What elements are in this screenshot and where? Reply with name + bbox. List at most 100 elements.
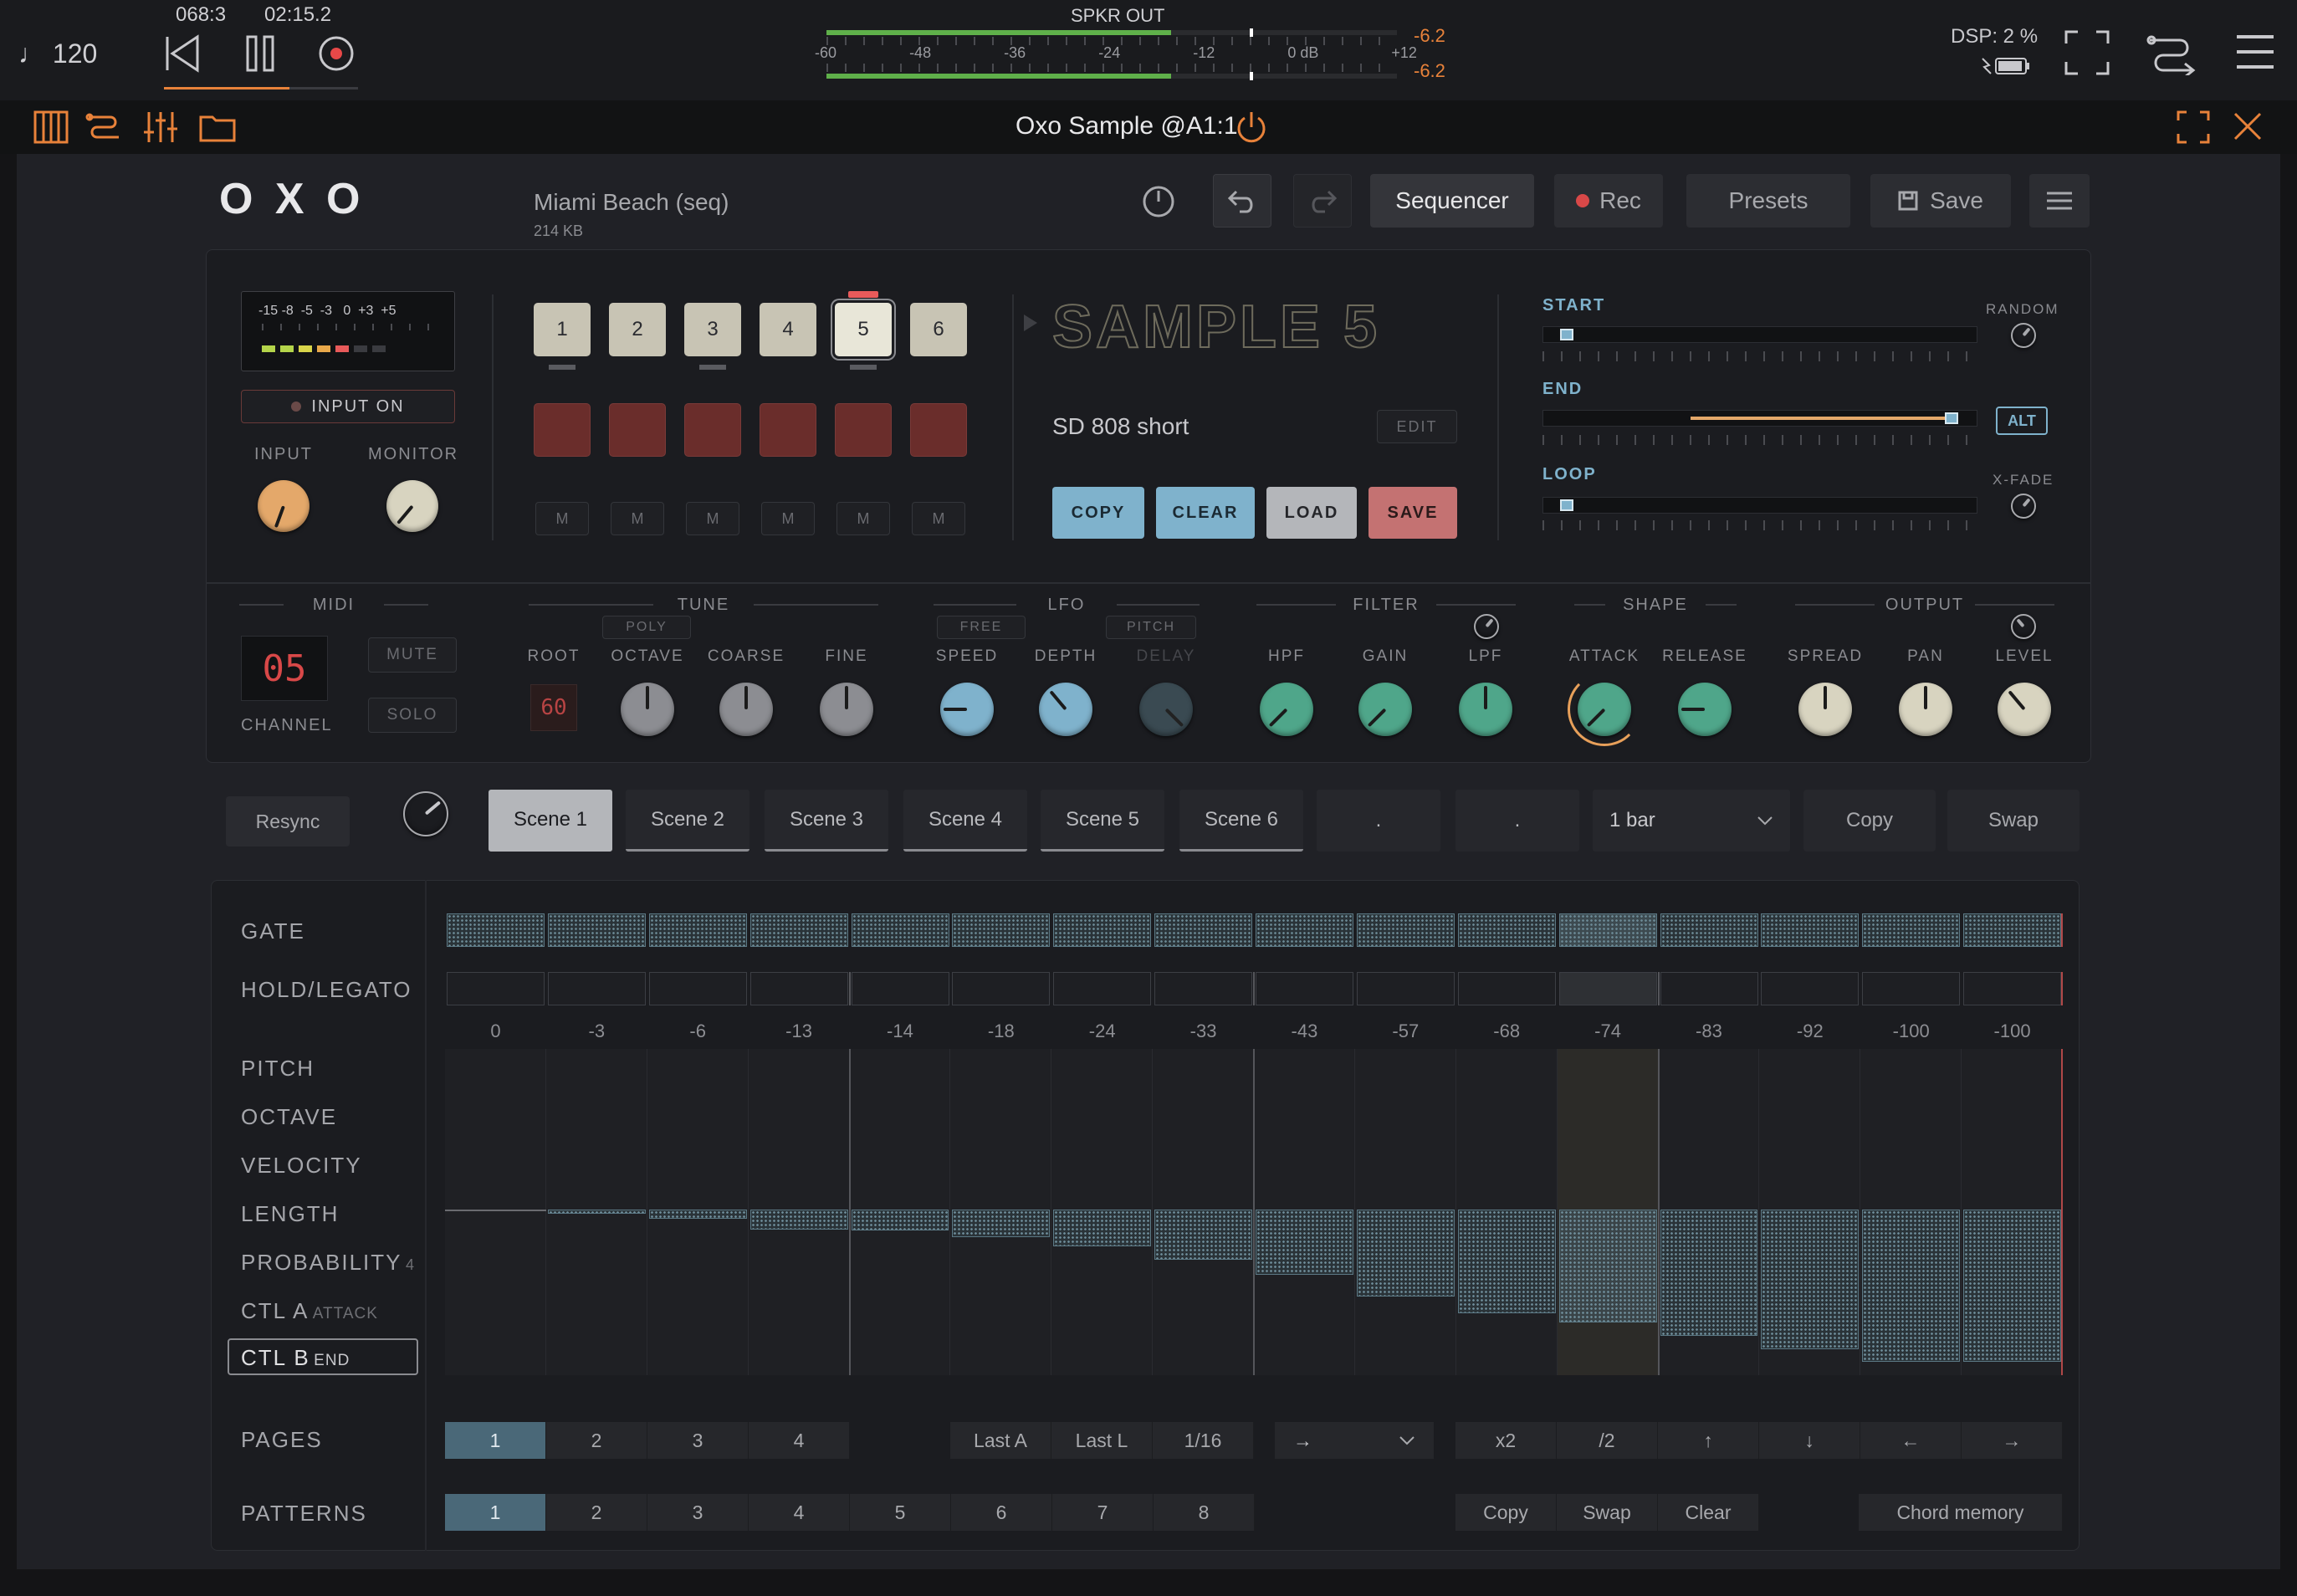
host-menu-icon[interactable] xyxy=(2235,32,2275,72)
halve-button[interactable]: /2 xyxy=(1557,1422,1658,1459)
scene-button-4[interactable]: Scene 4 xyxy=(903,790,1027,852)
power-icon[interactable] xyxy=(1235,110,1268,144)
octave-knob[interactable] xyxy=(621,683,674,736)
pan-knob[interactable] xyxy=(1899,683,1952,736)
pattern-button-5[interactable]: 5 xyxy=(850,1494,951,1531)
xfade-knob[interactable] xyxy=(2011,494,2036,519)
save-button[interactable]: Save xyxy=(1870,174,2011,228)
step-value-bar[interactable] xyxy=(1862,1210,1961,1362)
chord-memory-button[interactable]: Chord memory xyxy=(1859,1494,2063,1531)
pattern-copy-button[interactable]: Copy xyxy=(1455,1494,1557,1531)
preset-name[interactable]: Miami Beach (seq) xyxy=(534,189,729,216)
gate-step[interactable] xyxy=(952,913,1050,947)
gate-step[interactable] xyxy=(1256,913,1353,947)
sample-pad-4[interactable]: 4 xyxy=(760,303,816,356)
pad-mute-button[interactable]: M xyxy=(535,502,589,535)
gate-step[interactable] xyxy=(1761,913,1859,947)
sample-pad-6[interactable]: 6 xyxy=(910,303,967,356)
octave-lane-tab[interactable]: OCTAVE xyxy=(241,1104,337,1130)
end-slider-thumb[interactable] xyxy=(1945,412,1958,424)
mixer-icon[interactable] xyxy=(142,110,179,144)
pad-mute-button[interactable]: M xyxy=(836,502,890,535)
step-value-bar[interactable] xyxy=(1660,1210,1758,1337)
record-icon[interactable] xyxy=(318,35,355,72)
trigger-pad-6[interactable] xyxy=(910,403,967,457)
clear-sample-button[interactable]: CLEAR xyxy=(1156,487,1255,539)
tempo-display[interactable]: ♩ 120 xyxy=(18,38,97,69)
hold-step[interactable] xyxy=(1761,972,1859,1005)
folder-icon[interactable] xyxy=(199,112,236,142)
hold-step[interactable] xyxy=(1559,972,1657,1005)
step-value-bar[interactable] xyxy=(1053,1210,1152,1246)
random-knob[interactable] xyxy=(2011,323,2036,348)
gate-step[interactable] xyxy=(1559,913,1657,947)
double-button[interactable]: x2 xyxy=(1455,1422,1557,1459)
loop-slider[interactable] xyxy=(1542,497,1977,514)
pattern-button-6[interactable]: 6 xyxy=(951,1494,1052,1531)
ctla-lane-tab[interactable]: CTL A ATTACK xyxy=(241,1298,378,1324)
step-value-bar[interactable] xyxy=(648,1210,747,1219)
hold-step[interactable] xyxy=(548,972,646,1005)
pattern-button-3[interactable]: 3 xyxy=(647,1494,749,1531)
resync-button[interactable]: Resync xyxy=(226,796,350,847)
load-sample-button[interactable]: LOAD xyxy=(1266,487,1357,539)
fine-knob[interactable] xyxy=(820,683,873,736)
gate-step[interactable] xyxy=(1458,913,1556,947)
presets-button[interactable]: Presets xyxy=(1686,174,1850,228)
routing-icon[interactable] xyxy=(2146,30,2198,75)
gate-step[interactable] xyxy=(649,913,747,947)
step-value-bar[interactable] xyxy=(1356,1210,1455,1297)
hold-step[interactable] xyxy=(952,972,1050,1005)
hold-step[interactable] xyxy=(1357,972,1455,1005)
fullscreen-icon[interactable] xyxy=(2064,30,2110,75)
gate-step[interactable] xyxy=(1154,913,1252,947)
shift-left-button[interactable]: ← xyxy=(1860,1422,1962,1459)
end-slider[interactable] xyxy=(1542,410,1977,427)
step-value-bar[interactable] xyxy=(1457,1210,1556,1313)
filter-gain-knob[interactable] xyxy=(1358,683,1412,736)
scene-slot-empty[interactable]: . xyxy=(1455,790,1579,852)
hold-step[interactable] xyxy=(1154,972,1252,1005)
hold-step[interactable] xyxy=(447,972,545,1005)
pattern-button-4[interactable]: 4 xyxy=(749,1494,850,1531)
sample-pad-2[interactable]: 2 xyxy=(609,303,666,356)
pitch-lane-tab[interactable]: PITCH xyxy=(241,1056,315,1082)
midi-solo-button[interactable]: SOLO xyxy=(368,698,457,733)
level-knob[interactable] xyxy=(1998,683,2051,736)
gate-step[interactable] xyxy=(548,913,646,947)
coarse-knob[interactable] xyxy=(719,683,773,736)
hold-step[interactable] xyxy=(1862,972,1960,1005)
root-note-display[interactable]: 60 xyxy=(530,684,577,731)
step-value-bar[interactable] xyxy=(547,1210,646,1215)
scene-button-3[interactable]: Scene 3 xyxy=(765,790,888,852)
gate-step[interactable] xyxy=(447,913,545,947)
filter-mode-knob[interactable] xyxy=(1474,614,1499,639)
sample-pad-5[interactable]: 5 xyxy=(835,303,892,356)
hold-step[interactable] xyxy=(1256,972,1353,1005)
expand-icon[interactable] xyxy=(2177,110,2210,144)
trigger-pad-3[interactable] xyxy=(684,403,741,457)
lfo-free-toggle[interactable]: FREE xyxy=(937,616,1026,639)
shift-up-button[interactable]: ↑ xyxy=(1658,1422,1759,1459)
ctl-b-lane[interactable] xyxy=(445,1049,2063,1375)
rec-button[interactable]: Rec xyxy=(1554,174,1663,228)
pad-mute-button[interactable]: M xyxy=(686,502,739,535)
save-sample-button[interactable]: SAVE xyxy=(1368,487,1457,539)
hold-step[interactable] xyxy=(1660,972,1758,1005)
input-on-toggle[interactable]: INPUT ON xyxy=(241,390,455,423)
step-value-bar[interactable] xyxy=(1963,1210,2061,1362)
hold-step[interactable] xyxy=(750,972,848,1005)
input-gain-knob[interactable] xyxy=(258,480,310,532)
shift-down-button[interactable]: ↓ xyxy=(1759,1422,1860,1459)
pattern-button-8[interactable]: 8 xyxy=(1154,1494,1255,1531)
step-value-bar[interactable] xyxy=(1761,1210,1860,1350)
trigger-pad-4[interactable] xyxy=(760,403,816,457)
trigger-pad-1[interactable] xyxy=(534,403,591,457)
gate-step[interactable] xyxy=(1660,913,1758,947)
pad-mute-button[interactable]: M xyxy=(761,502,815,535)
lpf-knob[interactable] xyxy=(1459,683,1512,736)
sample-pad-1[interactable]: 1 xyxy=(534,303,591,356)
start-slider-thumb[interactable] xyxy=(1559,329,1573,340)
scene-length-select[interactable]: 1 bar xyxy=(1593,790,1790,852)
velocity-lane-tab[interactable]: VELOCITY xyxy=(241,1153,362,1179)
